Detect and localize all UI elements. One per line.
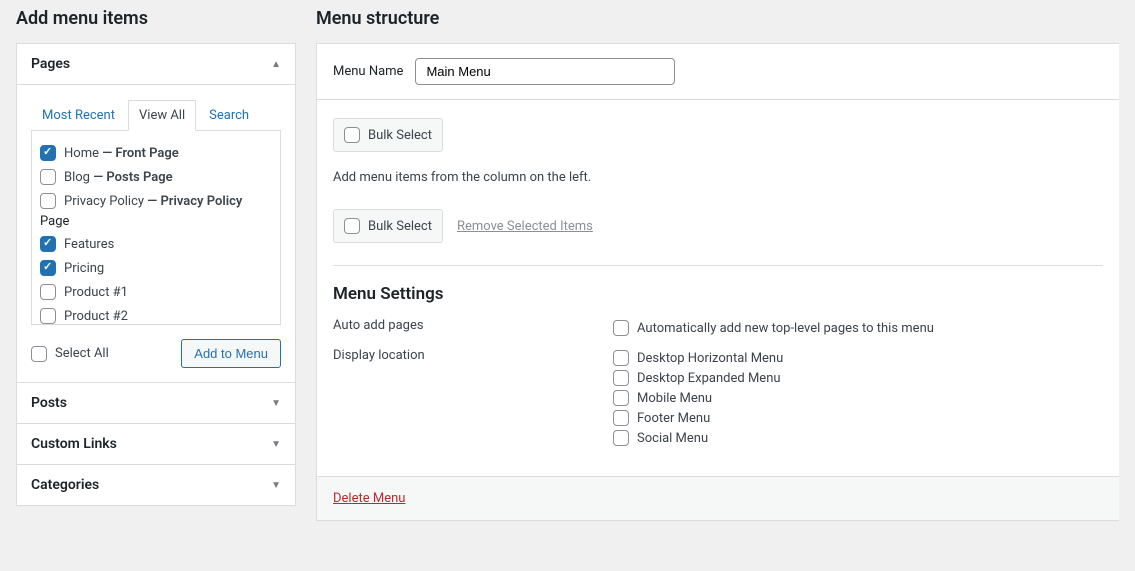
add-to-menu-button[interactable]: Add to Menu: [181, 339, 281, 368]
add-menu-items-title: Add menu items: [16, 0, 296, 43]
accordion-header-pages[interactable]: Pages: [17, 44, 295, 85]
page-item-product2[interactable]: Product #2: [64, 309, 128, 324]
checkbox-privacy[interactable]: [40, 193, 56, 209]
bulk-select-bottom-checkbox[interactable]: [344, 218, 360, 234]
checkbox-pricing[interactable]: [40, 260, 56, 276]
bulk-select-top-checkbox[interactable]: [344, 127, 360, 143]
checkbox-product2[interactable]: [40, 308, 56, 324]
auto-add-option[interactable]: Automatically add new top-level pages to…: [637, 321, 934, 336]
page-item-privacy[interactable]: Privacy Policy — Privacy Policy: [64, 194, 242, 209]
menu-name-input[interactable]: [415, 58, 675, 85]
accordion-title-categories: Categories: [31, 477, 99, 493]
chevron-down-icon: [271, 480, 281, 491]
bulk-select-bottom-label: Bulk Select: [368, 219, 432, 234]
loc-mobile[interactable]: Mobile Menu: [637, 391, 712, 406]
page-item-features[interactable]: Features: [64, 237, 114, 252]
checkbox-features[interactable]: [40, 236, 56, 252]
bulk-select-bottom-button[interactable]: Bulk Select: [333, 209, 443, 243]
auto-add-label: Auto add pages: [333, 318, 613, 333]
checkbox-product1[interactable]: [40, 284, 56, 300]
loc-footer[interactable]: Footer Menu: [637, 411, 710, 426]
checkbox-select-all[interactable]: [31, 346, 47, 362]
checkbox-loc-social[interactable]: [613, 430, 629, 446]
bulk-select-top-button[interactable]: Bulk Select: [333, 118, 443, 152]
page-item-pricing[interactable]: Pricing: [64, 261, 104, 276]
select-all-label[interactable]: Select All: [55, 346, 109, 361]
page-item-home[interactable]: Home — Front Page: [64, 146, 179, 161]
bulk-select-top-label: Bulk Select: [368, 128, 432, 143]
delete-menu-link[interactable]: Delete Menu: [333, 491, 405, 506]
checkbox-loc-desktop-h[interactable]: [613, 350, 629, 366]
accordion-title-custom-links: Custom Links: [31, 436, 117, 452]
accordion-title-pages: Pages: [31, 56, 70, 72]
checkbox-loc-mobile[interactable]: [613, 390, 629, 406]
chevron-down-icon: [271, 439, 281, 450]
loc-social[interactable]: Social Menu: [637, 431, 708, 446]
page-subhead: Page: [40, 213, 272, 232]
accordion-header-custom-links[interactable]: Custom Links: [17, 424, 295, 465]
tab-view-all[interactable]: View All: [128, 100, 196, 131]
accordion-header-categories[interactable]: Categories: [17, 465, 295, 505]
tab-search[interactable]: Search: [198, 100, 260, 131]
separator: [333, 265, 1103, 266]
chevron-down-icon: [271, 398, 281, 409]
display-location-label: Display location: [333, 348, 613, 363]
accordion-title-posts: Posts: [31, 395, 67, 411]
empty-menu-hint: Add menu items from the column on the le…: [333, 170, 1103, 185]
chevron-up-icon: [271, 59, 281, 70]
tab-most-recent[interactable]: Most Recent: [31, 100, 126, 131]
menu-name-label: Menu Name: [333, 64, 403, 79]
loc-desktop-e[interactable]: Desktop Expanded Menu: [637, 371, 781, 386]
checkbox-loc-footer[interactable]: [613, 410, 629, 426]
pages-list[interactable]: Home — Front Page Blog — Posts Page Priv…: [31, 130, 281, 325]
checkbox-home[interactable]: [40, 145, 56, 161]
accordion-pages: Pages Most Recent View All Search Home —…: [16, 43, 296, 506]
accordion-header-posts[interactable]: Posts: [17, 383, 295, 424]
menu-structure-title: Menu structure: [316, 0, 1119, 43]
remove-selected-link[interactable]: Remove Selected Items: [457, 219, 593, 234]
page-item-product1[interactable]: Product #1: [64, 285, 128, 300]
loc-desktop-h[interactable]: Desktop Horizontal Menu: [637, 351, 783, 366]
checkbox-blog[interactable]: [40, 169, 56, 185]
menu-settings-title: Menu Settings: [333, 284, 1103, 304]
page-item-blog[interactable]: Blog — Posts Page: [64, 170, 173, 185]
checkbox-auto-add[interactable]: [613, 320, 629, 336]
checkbox-loc-desktop-e[interactable]: [613, 370, 629, 386]
